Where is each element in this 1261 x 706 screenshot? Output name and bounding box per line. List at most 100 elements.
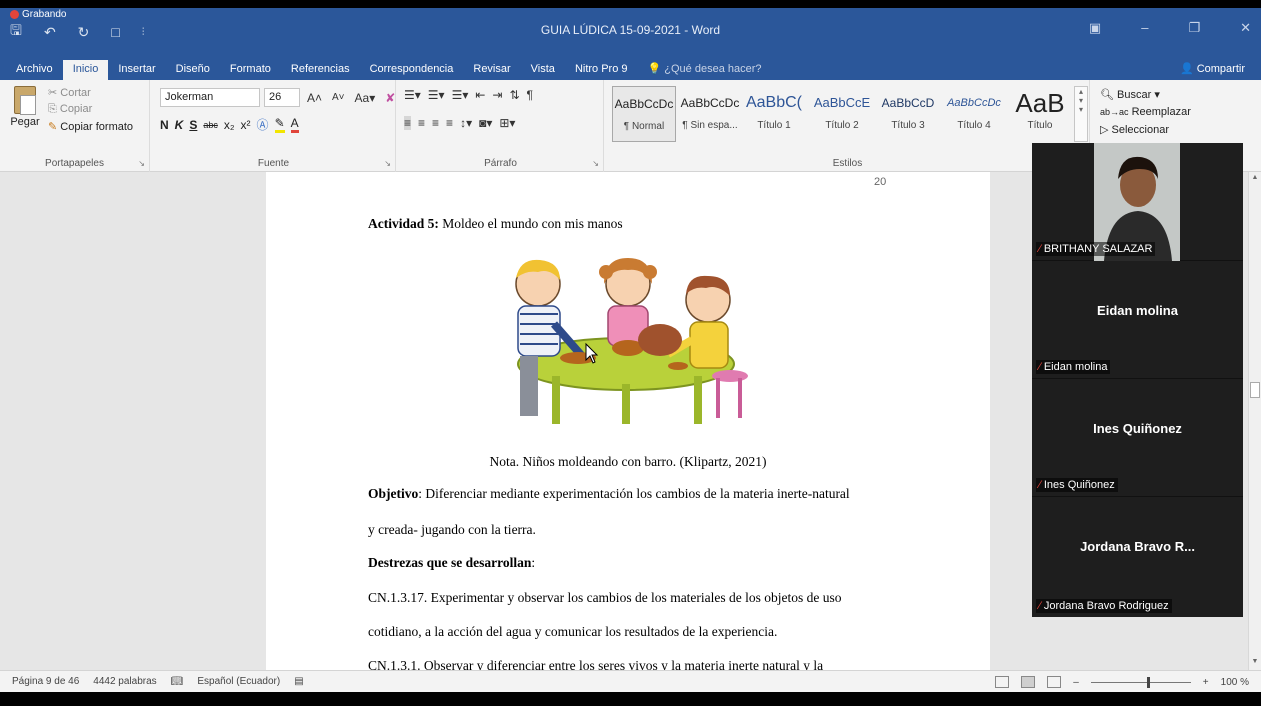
decrease-indent-icon[interactable]: ⇤ [475, 88, 485, 102]
subscript-icon[interactable]: x₂ [224, 118, 235, 132]
bold-button[interactable]: N [160, 118, 169, 132]
underline-button[interactable]: S [189, 118, 197, 132]
find-button[interactable]: 🔍︎ Buscar ▾ [1100, 88, 1191, 101]
replace-button[interactable]: ab→ac Reemplazar [1100, 106, 1191, 118]
search-icon: 🔍︎ [1100, 89, 1114, 101]
scroll-thumb[interactable] [1250, 382, 1260, 398]
skills-bold: Destrezas que se desarrollan [368, 555, 532, 570]
minimize-icon[interactable]: – [1141, 20, 1148, 36]
macro-record-icon[interactable]: ▤ [294, 676, 303, 687]
participant-tile[interactable]: ∕ BRITHANY SALAZAR [1032, 143, 1243, 261]
style-heading-2[interactable]: AaBbCcE Título 2 [810, 86, 874, 142]
tell-me-search[interactable]: 💡 ¿Qué desea hacer? [638, 59, 772, 80]
style-sample: AaBbCcE [813, 95, 871, 110]
style-name: Título 4 [957, 120, 991, 131]
style-heading-1[interactable]: AaBbC( Título 1 [742, 86, 806, 142]
font-size-select[interactable]: 26 [264, 88, 300, 107]
paste-button[interactable]: Pegar [8, 86, 42, 128]
clear-format-icon[interactable]: ✘ [382, 91, 398, 105]
tab-vista[interactable]: Vista [521, 60, 565, 80]
close-icon[interactable]: ✕ [1240, 20, 1251, 36]
zoom-slider[interactable] [1090, 676, 1191, 688]
highlight-icon[interactable]: ✎ [274, 116, 285, 133]
proofing-icon[interactable]: 📖︎ [171, 676, 184, 687]
align-left-icon[interactable]: ≡ [404, 116, 412, 130]
scissors-icon: ✂ [48, 87, 58, 99]
text-effects-icon[interactable]: Ⓐ [257, 116, 269, 133]
select-button[interactable]: ▷ Seleccionar [1100, 123, 1191, 136]
zoom-in-icon[interactable]: + [1203, 677, 1209, 688]
participant-tile[interactable]: Eidan molina ∕ Eidan molina [1032, 261, 1243, 379]
style-heading-3[interactable]: AaBbCcD Título 3 [876, 86, 940, 142]
font-name-select[interactable]: Jokerman [160, 88, 260, 107]
activity-heading: Actividad 5: Moldeo el mundo con mis man… [368, 216, 623, 232]
tab-revisar[interactable]: Revisar [463, 60, 520, 80]
sort-icon[interactable]: ⇅ [509, 88, 519, 102]
justify-icon[interactable]: ≡ [446, 116, 453, 130]
line-spacing-icon[interactable]: ↕▾ [460, 116, 472, 130]
print-layout-icon[interactable] [1021, 676, 1036, 688]
borders-icon[interactable]: ⊞▾ [499, 116, 515, 130]
tab-diseno[interactable]: Diseño [166, 60, 220, 80]
tab-archivo[interactable]: Archivo [6, 60, 63, 80]
shading-icon[interactable]: ◙▾ [479, 116, 492, 130]
increase-indent-icon[interactable]: ⇥ [492, 88, 502, 102]
bullets-icon[interactable]: ☰▾ [404, 88, 421, 102]
participant-name: Jordana Bravo R... [1080, 539, 1195, 554]
font-color-icon[interactable]: A [290, 116, 299, 133]
tab-inicio[interactable]: Inicio [62, 60, 109, 80]
strikethrough-icon[interactable]: abc [203, 120, 218, 130]
mic-muted-icon: ∕ [1039, 479, 1041, 491]
styles-scroll[interactable]: ▴ ▾ ▾ [1074, 86, 1088, 142]
word-count[interactable]: 4442 palabras [93, 676, 156, 687]
language[interactable]: Español (Ecuador) [197, 676, 280, 687]
ribbon-display-icon[interactable]: ▣ [1089, 20, 1101, 36]
superscript-icon[interactable]: x² [241, 118, 251, 132]
align-center-icon[interactable]: ≡ [418, 116, 425, 130]
scroll-down-icon[interactable]: ▼ [1250, 658, 1260, 668]
clipboard-group: Pegar ✂ Cortar ⎘ Copiar ✎ Copiar formato… [0, 80, 150, 172]
skills-colon: : [531, 555, 536, 570]
share-label: Compartir [1196, 63, 1245, 75]
numbering-icon[interactable]: ☰▾ [428, 88, 445, 102]
style-normal[interactable]: AaBbCcDc ¶ Normal [612, 86, 676, 142]
zoom-level[interactable]: 100 % [1221, 677, 1249, 688]
style-no-spacing[interactable]: AaBbCcDc ¶ Sin espa... [678, 86, 742, 142]
clipboard-launcher-icon[interactable]: ↘ [138, 159, 145, 168]
vertical-scrollbar[interactable]: ▲ ▼ [1248, 172, 1261, 670]
web-layout-icon[interactable] [1047, 676, 1062, 688]
zoom-out-icon[interactable]: – [1073, 677, 1079, 688]
style-title[interactable]: AaB Título [1008, 86, 1072, 142]
participant-tile[interactable]: Jordana Bravo R... ∕ Jordana Bravo Rodrig… [1032, 497, 1243, 617]
tab-referencias[interactable]: Referencias [281, 60, 360, 80]
shrink-font-icon[interactable]: A˅ [329, 92, 348, 103]
tab-formato[interactable]: Formato [220, 60, 281, 80]
tab-correspondencia[interactable]: Correspondencia [360, 60, 464, 80]
mic-muted-icon: ∕ [1039, 243, 1041, 255]
screen: Grabando 🖫 ↶ ↻ □ ⫶ GUIA LÚDICA 15-09-202… [0, 8, 1261, 692]
paragraph-launcher-icon[interactable]: ↘ [592, 159, 599, 168]
font-launcher-icon[interactable]: ↘ [384, 159, 391, 168]
change-case-icon[interactable]: Aa▾ [352, 91, 379, 105]
format-painter-button[interactable]: ✎ Copiar formato [48, 120, 133, 133]
record-icon [10, 10, 19, 19]
tab-insertar[interactable]: Insertar [108, 60, 165, 80]
read-mode-icon[interactable] [995, 676, 1010, 688]
style-heading-4[interactable]: AaBbCcDc Título 4 [942, 86, 1006, 142]
scroll-up-icon[interactable]: ▲ [1250, 174, 1260, 184]
grow-font-icon[interactable]: A˄ [304, 91, 325, 105]
objective-line: Objetivo: Diferenciar mediante experimen… [368, 486, 850, 502]
participant-tile[interactable]: Ines Quiñonez ∕ Ines Quiñonez [1032, 379, 1243, 497]
show-marks-icon[interactable]: ¶ [527, 88, 533, 102]
participant-label: ∕ Eidan molina [1036, 360, 1111, 374]
italic-button[interactable]: K [175, 118, 184, 132]
restore-icon[interactable]: ❐ [1188, 20, 1200, 36]
page-count[interactable]: Página 9 de 46 [12, 676, 79, 687]
multilevel-list-icon[interactable]: ☰▾ [452, 88, 469, 102]
align-right-icon[interactable]: ≡ [432, 116, 439, 130]
tab-nitro[interactable]: Nitro Pro 9 [565, 60, 638, 80]
cut-button[interactable]: ✂ Cortar [48, 86, 133, 99]
copy-button[interactable]: ⎘ Copiar [48, 103, 133, 116]
share-button[interactable]: 👤 Compartir [1180, 62, 1245, 75]
document-page[interactable]: 20 Actividad 5: Moldeo el mundo con mis … [266, 172, 990, 670]
